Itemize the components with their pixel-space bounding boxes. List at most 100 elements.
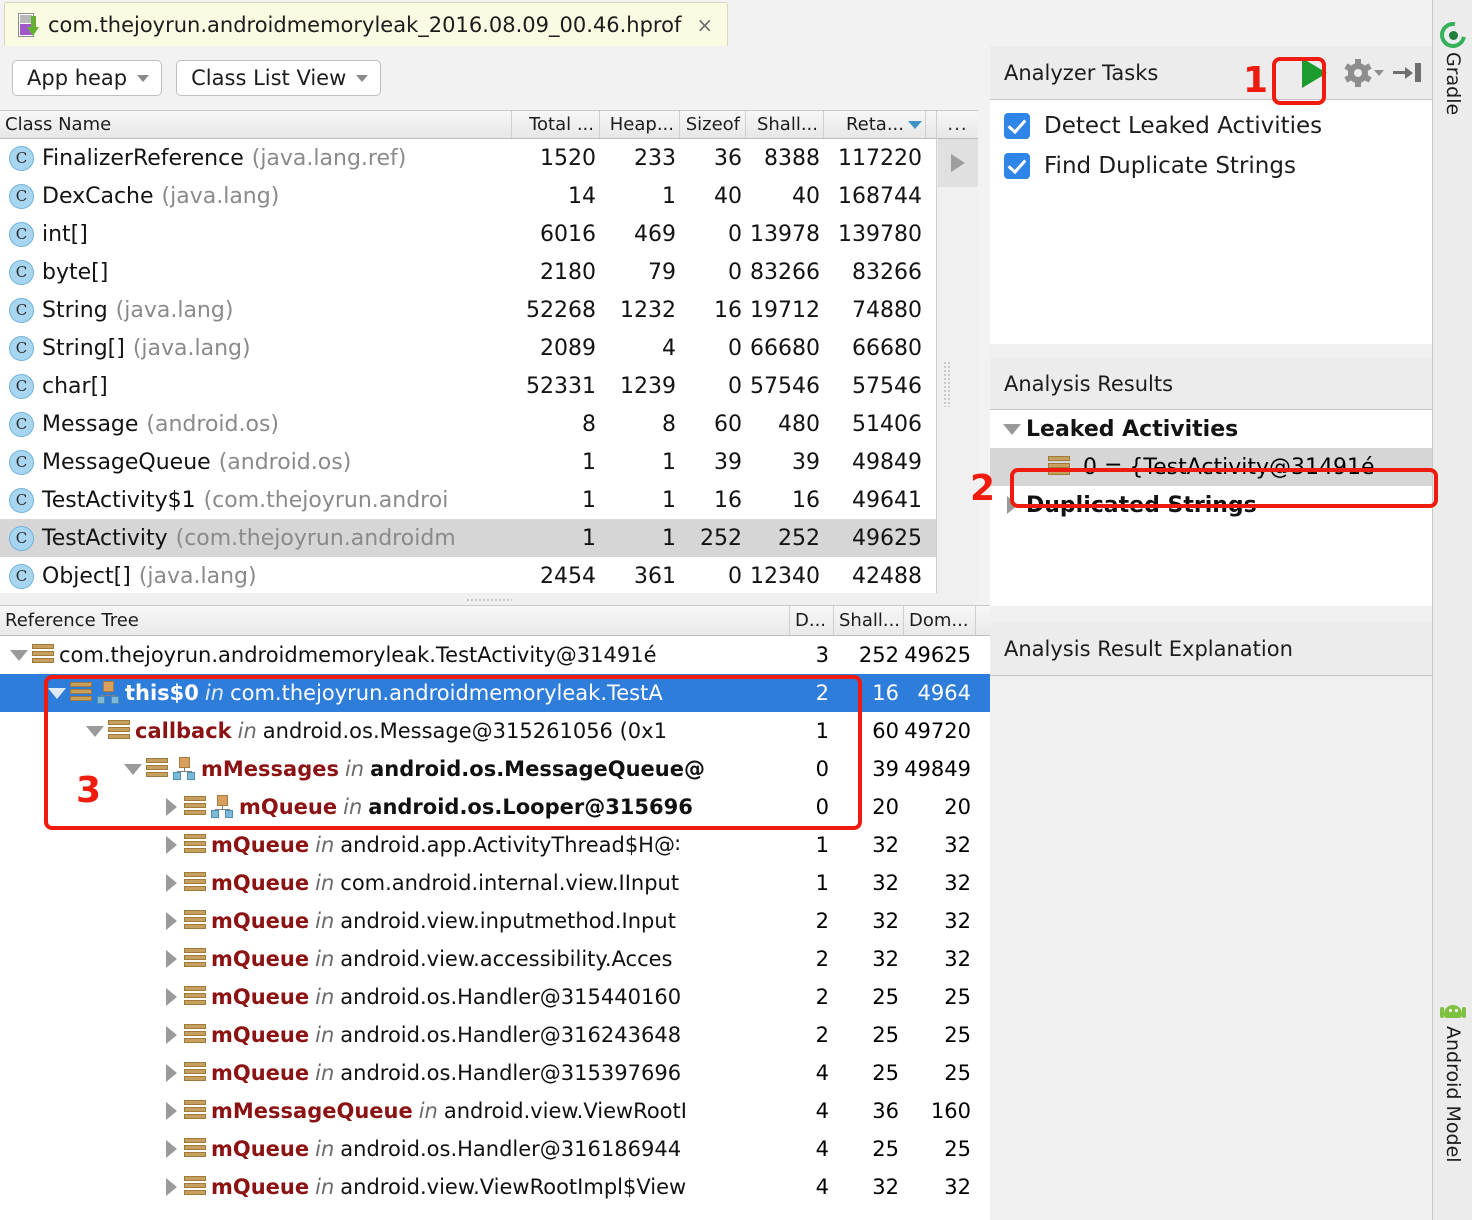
depth-cell: 4 <box>790 1137 834 1161</box>
scroll-right-button[interactable] <box>938 139 978 187</box>
reference-tree-row[interactable]: callbackinandroid.os.Message@315261056 (… <box>0 712 990 750</box>
reference-field-name: mQueue <box>211 909 309 933</box>
stack-icon <box>146 758 168 780</box>
analyzer-settings-button[interactable] <box>1343 60 1386 86</box>
twisty-collapsed-icon[interactable] <box>158 798 184 816</box>
tool-button-android-model[interactable]: Android Model <box>1433 1000 1472 1163</box>
extra-columns-button[interactable]: ... <box>937 111 978 139</box>
reference-tree-row[interactable]: mQueueinandroid.app.ActivityThread$H@∶13… <box>0 826 990 864</box>
class-list-row[interactable]: CMessageQueue (android.os)11393949849 <box>0 443 978 481</box>
task-checkbox[interactable] <box>1004 153 1030 179</box>
twisty-collapsed-icon[interactable] <box>158 912 184 930</box>
shallow-size-cell: 66680 <box>746 336 824 361</box>
class-list-row[interactable]: CObject[] (java.lang)245436101234042488 <box>0 557 978 595</box>
leaked-activity-item[interactable]: 0 = {TestActivity@31491é <box>990 448 1432 486</box>
reference-tree-row[interactable]: com.thejoyrun.androidmemoryleak.TestActi… <box>0 636 990 674</box>
shallow-size-cell: 20 <box>834 795 904 819</box>
reference-tree-body[interactable]: com.thejoyrun.androidmemoryleak.TestActi… <box>0 636 990 1220</box>
reference-tree-column-header[interactable]: Shall... <box>834 606 904 635</box>
reference-tree-row[interactable]: mQueueinandroid.view.accessibility.Acces… <box>0 940 990 978</box>
reference-tree-row[interactable]: mMessagesinandroid.os.MessageQueue@03949… <box>0 750 990 788</box>
task-label: Detect Leaked Activities <box>1044 113 1322 139</box>
class-list-column-header[interactable]: Reta... <box>824 111 926 138</box>
twisty-collapsed-icon[interactable] <box>158 1064 184 1082</box>
twisty-collapsed-icon[interactable] <box>158 988 184 1006</box>
depth-cell: 1 <box>790 833 834 857</box>
class-list-row[interactable]: CFinalizerReference (java.lang.ref)15202… <box>0 139 978 177</box>
splitter-grip[interactable] <box>943 361 951 407</box>
view-select[interactable]: Class List View <box>176 60 381 96</box>
twisty-collapsed-icon[interactable] <box>158 836 184 854</box>
class-list-body[interactable]: CFinalizerReference (java.lang.ref)15202… <box>0 139 978 601</box>
reference-tree-row[interactable]: mQueueinandroid.os.Handler@3154401602252… <box>0 978 990 1016</box>
heap-count-cell: 1 <box>600 526 680 551</box>
reference-tree-row[interactable]: mMessageQueueinandroid.view.ViewRootI436… <box>0 1092 990 1130</box>
class-list-column-header[interactable]: Sizeof <box>680 111 746 138</box>
reference-tree-row[interactable]: mQueueinandroid.view.inputmethod.Input23… <box>0 902 990 940</box>
triangle-icon <box>166 798 177 816</box>
class-list-row[interactable]: CMessage (android.os)886048051406 <box>0 405 978 443</box>
analyzer-task-row[interactable]: Detect Leaked Activities <box>990 106 1432 146</box>
analyzer-task-row[interactable]: Find Duplicate Strings <box>990 146 1432 186</box>
editor-tab-hprof[interactable]: com.thejoyrun.androidmemoryleak_2016.08.… <box>4 2 728 46</box>
shallow-size-cell: 25 <box>834 1137 904 1161</box>
heap-select[interactable]: App heap <box>12 60 162 96</box>
twisty-expanded-icon[interactable] <box>120 764 146 775</box>
tool-button-android-model-label: Android Model <box>1442 1026 1464 1163</box>
twisty-collapsed-icon[interactable] <box>158 950 184 968</box>
class-package-name: (java.lang) <box>133 336 251 361</box>
class-list-row[interactable]: Cbyte[]21807908326683266 <box>0 253 978 291</box>
reference-tree-row[interactable]: mQueueinandroid.os.Handler@3162436482252… <box>0 1016 990 1054</box>
twisty-collapsed-icon[interactable] <box>158 1102 184 1120</box>
tool-button-gradle[interactable]: Gradle <box>1433 22 1472 115</box>
reference-tree-row[interactable]: this$0incom.thejoyrun.androidmemoryleak.… <box>0 674 990 712</box>
reference-field-name: mQueue <box>211 1023 309 1047</box>
twisty-expanded-icon[interactable] <box>6 650 32 661</box>
reference-owner-class: com.thejoyrun.androidmemoryleak.TestA <box>230 681 663 705</box>
reference-tree-row[interactable]: mQueueinandroid.os.Handler@3161869444252… <box>0 1130 990 1168</box>
reference-tree-column-header[interactable]: Dom... <box>904 606 976 635</box>
analyzer-tasks-list[interactable]: Detect Leaked Activities Find Duplicate S… <box>990 100 1432 344</box>
class-list-row[interactable]: Cint[]6016469013978139780 <box>0 215 978 253</box>
reference-tree-column-header[interactable]: D... <box>790 606 834 635</box>
class-list-row[interactable]: CString (java.lang)522681232161971274880 <box>0 291 978 329</box>
twisty-collapsed-icon[interactable] <box>158 1178 184 1196</box>
analysis-result-group[interactable]: Duplicated Strings <box>990 486 1432 524</box>
task-checkbox[interactable] <box>1004 113 1030 139</box>
reference-tree-row[interactable]: mQueueinandroid.view.ViewRootImpl$View43… <box>0 1168 990 1206</box>
twisty-collapsed-icon[interactable] <box>998 496 1026 514</box>
class-list-row[interactable]: CDexCache (java.lang)1414040168744 <box>0 177 978 215</box>
class-list-row[interactable]: Cchar[]52331123905754657546 <box>0 367 978 405</box>
splitter-grip <box>466 598 512 603</box>
class-list-row[interactable]: CString[] (java.lang)2089406668066680 <box>0 329 978 367</box>
reference-label-cell: mQueueinandroid.os.Looper@315696 <box>0 795 790 819</box>
class-list-column-header[interactable]: Total ... <box>512 111 600 138</box>
sizeof-cell: 0 <box>680 336 746 361</box>
class-list-column-header[interactable]: Heap... <box>600 111 680 138</box>
close-icon[interactable]: × <box>696 15 713 35</box>
analysis-results-tree[interactable]: Leaked Activities0 = {TestActivity@31491… <box>990 410 1432 606</box>
analysis-result-group[interactable]: Leaked Activities <box>990 410 1432 448</box>
twisty-collapsed-icon[interactable] <box>158 874 184 892</box>
twisty-expanded-icon[interactable] <box>998 424 1026 435</box>
class-list-column-header[interactable]: Shall... <box>746 111 824 138</box>
twisty-collapsed-icon[interactable] <box>158 1026 184 1044</box>
reference-tree-row[interactable]: mQueueinandroid.os.Looper@31569602020 <box>0 788 990 826</box>
class-list-row[interactable]: CTestActivity$1 (com.thejoyrun.androi111… <box>0 481 978 519</box>
twisty-expanded-icon[interactable] <box>82 726 108 737</box>
twisty-expanded-icon[interactable] <box>44 688 70 699</box>
dominating-size-cell: 25 <box>904 985 976 1009</box>
class-list-header: Class NameTotal ...Heap...SizeofShall...… <box>0 111 978 139</box>
reference-field-name: mQueue <box>211 1137 309 1161</box>
shallow-size-cell: 16 <box>746 488 824 513</box>
reference-tree-row[interactable]: mQueueincom.android.internal.view.IInput… <box>0 864 990 902</box>
run-analysis-button[interactable] <box>1291 53 1337 93</box>
reference-tree-column-header[interactable]: Reference Tree <box>0 606 790 635</box>
dominating-size-cell: 32 <box>904 833 976 857</box>
class-list-row[interactable]: CTestActivity (com.thejoyrun.androidm112… <box>0 519 978 557</box>
class-list-column-header[interactable]: Class Name <box>0 111 512 138</box>
twisty-collapsed-icon[interactable] <box>158 1140 184 1158</box>
collapse-panel-button[interactable] <box>1392 59 1426 87</box>
reference-tree-row[interactable]: mQueueinandroid.os.Handler@3153976964252… <box>0 1054 990 1092</box>
triangle-icon <box>1003 424 1021 435</box>
